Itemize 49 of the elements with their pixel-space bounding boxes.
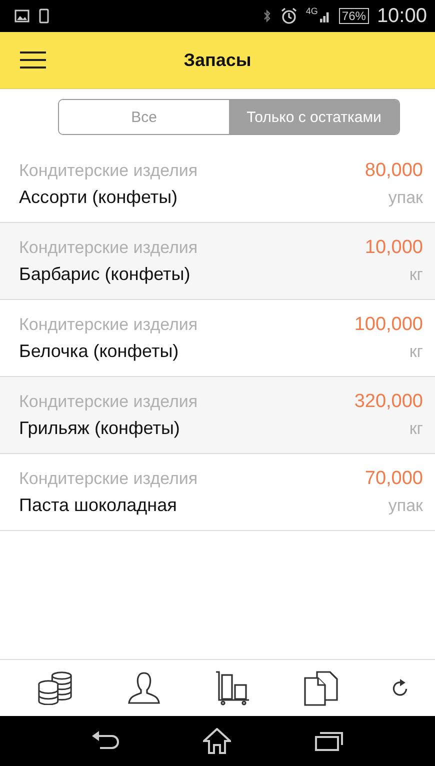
bluetooth-icon: [262, 8, 272, 24]
item-quantity: 80,000: [364, 160, 423, 182]
item-category: Кондитерские изделия: [19, 468, 198, 488]
stock-item-row[interactable]: Кондитерские изделия Паста шоколадная 70,000 упак: [0, 454, 435, 531]
network-type: 4G: [306, 6, 318, 16]
item-name: Барбарис (конфеты): [19, 264, 192, 284]
item-name: Белочка (конфеты): [19, 340, 180, 362]
refresh-button[interactable]: [390, 678, 409, 698]
item-quantity: 100,000: [354, 314, 423, 336]
clock: 10:00: [376, 4, 427, 28]
home-icon: [203, 728, 232, 754]
back-icon: [92, 731, 120, 751]
item-quantity: 10,000: [364, 237, 423, 259]
recent-apps-icon: [315, 731, 344, 751]
item-unit: упак: [388, 188, 423, 208]
alarm-clock-icon: [280, 7, 298, 25]
item-category: Кондитерские изделия: [19, 392, 198, 412]
item-quantity: 70,000: [364, 468, 423, 490]
image-icon: [14, 8, 30, 24]
recent-apps-button[interactable]: [315, 731, 344, 751]
item-category: Кондитерские изделия: [19, 160, 198, 180]
item-name: Паста шоколадная: [19, 494, 178, 516]
warehouse-button[interactable]: [214, 670, 250, 706]
cart-icon: [214, 670, 250, 706]
person-icon: [126, 670, 162, 706]
documents-button[interactable]: [302, 670, 339, 706]
refresh-icon: [390, 678, 409, 698]
item-unit: кг: [409, 342, 423, 362]
coins-icon: [36, 671, 74, 705]
menu-icon: [20, 51, 46, 69]
item-quantity: 320,000: [354, 391, 423, 413]
stock-item-row[interactable]: Кондитерские изделия Грильяж (конфеты) 320,000 кг: [0, 377, 435, 454]
item-unit: упак: [388, 496, 423, 516]
documents-icon: [302, 670, 339, 706]
coins-button[interactable]: [36, 671, 74, 705]
back-button[interactable]: [92, 731, 120, 751]
phone-icon: [38, 8, 50, 24]
contacts-button[interactable]: [126, 670, 162, 706]
battery-level: 76%: [338, 8, 369, 24]
home-button[interactable]: [203, 728, 232, 754]
item-category: Кондитерские изделия: [19, 238, 198, 258]
item-name: Ассорти (конфеты): [19, 186, 179, 208]
item-name: Грильяж (конфеты): [19, 418, 181, 438]
item-category: Кондитерские изделия: [19, 314, 198, 334]
screen-title: Запасы: [182, 50, 252, 70]
menu-button[interactable]: [20, 51, 46, 69]
item-unit: кг: [409, 265, 423, 285]
item-unit: кг: [409, 419, 423, 439]
stock-item-row[interactable]: Кондитерские изделия Барбарис (конфеты) 10,000 кг: [0, 223, 435, 300]
